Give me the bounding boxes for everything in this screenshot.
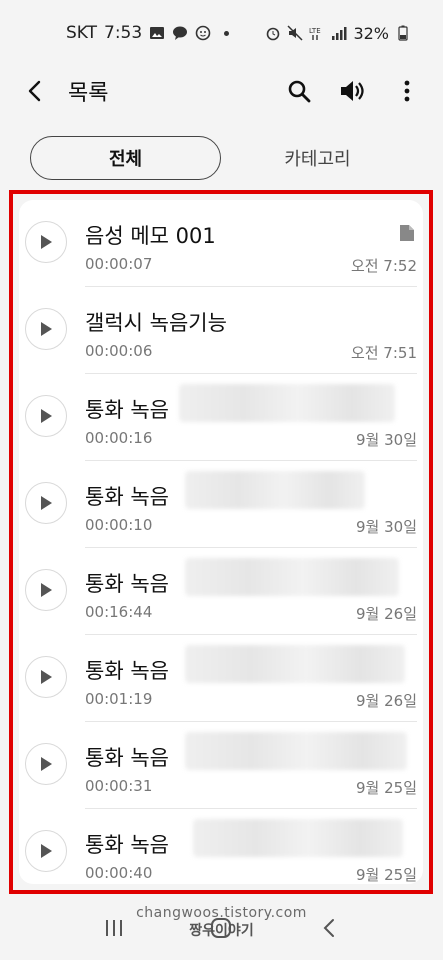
recording-item[interactable]: 음성 메모 001 00:00:07 오전 7:52 [19, 200, 423, 287]
mute-icon [287, 25, 303, 41]
recording-date: 오전 7:52 [350, 257, 417, 275]
more-icon[interactable] [393, 77, 421, 105]
highlight-frame: 음성 메모 001 00:00:07 오전 7:52 갤럭시 녹음기능 00:0… [9, 190, 433, 894]
search-icon[interactable] [285, 77, 313, 105]
file-icon [400, 225, 414, 241]
redacted-blur [193, 819, 403, 857]
back-icon[interactable] [22, 78, 48, 104]
status-time: 7:53 [104, 23, 143, 43]
recording-duration: 00:00:06 [85, 342, 153, 360]
recording-item[interactable]: 통화 녹음 00:16:44 9월 26일 [19, 548, 423, 635]
talk-icon [173, 26, 188, 40]
play-button[interactable] [25, 395, 67, 437]
recording-duration: 00:16:44 [85, 603, 153, 621]
recording-list: 음성 메모 001 00:00:07 오전 7:52 갤럭시 녹음기능 00:0… [19, 200, 423, 884]
tab-all[interactable]: 전체 [30, 136, 221, 180]
play-icon [41, 670, 52, 684]
recording-name: 통화 녹음 [85, 833, 169, 857]
tab-bar: 전체 카테고리 [30, 136, 414, 180]
recording-date: 9월 25일 [356, 866, 417, 884]
play-button[interactable] [25, 221, 67, 263]
recording-item[interactable]: 통화 녹음 00:00:10 9월 30일 [19, 461, 423, 548]
tab-category[interactable]: 카테고리 [221, 136, 414, 180]
recording-item[interactable]: 통화 녹음 00:00:31 9월 25일 [19, 722, 423, 809]
play-button[interactable] [25, 308, 67, 350]
redacted-blur [185, 645, 405, 683]
recording-date: 9월 26일 [356, 692, 417, 710]
battery-icon [398, 25, 408, 41]
status-bar: SKT 7:53 LTE 32% [0, 0, 443, 66]
watermark-name: 짱우이야기 [189, 923, 254, 939]
recording-name: 통화 녹음 [85, 659, 169, 683]
recording-date: 9월 30일 [356, 431, 417, 449]
lte-icon: LTE [309, 27, 321, 40]
redacted-blur [185, 558, 399, 596]
status-left: SKT 7:53 [66, 23, 230, 43]
redacted-blur [185, 471, 365, 509]
recording-name: 갤럭시 녹음기능 [85, 311, 227, 335]
recording-item[interactable]: 통화 녹음 00:00:16 9월 30일 [19, 374, 423, 461]
speaker-icon[interactable] [339, 77, 367, 105]
recording-date: 9월 25일 [356, 779, 417, 797]
play-icon [41, 322, 52, 336]
recording-duration: 00:00:10 [85, 516, 153, 534]
recording-name: 통화 녹음 [85, 572, 169, 596]
watermark-url: changwoos.tistory.com [136, 905, 307, 921]
play-button[interactable] [25, 830, 67, 872]
play-button[interactable] [25, 656, 67, 698]
recording-date: 9월 26일 [356, 605, 417, 623]
recording-item[interactable]: 통화 녹음 00:01:19 9월 26일 [19, 635, 423, 722]
redacted-blur [179, 384, 395, 422]
status-right: LTE 32% [265, 24, 411, 43]
carrier-label: SKT [66, 23, 98, 43]
recording-name: 통화 녹음 [85, 485, 169, 509]
play-button[interactable] [25, 569, 67, 611]
notification-dot-icon [224, 30, 230, 36]
app-actions [285, 77, 421, 105]
recording-item[interactable]: 통화 녹음 00:00:40 9월 25일 [19, 809, 423, 884]
gallery-icon [150, 27, 165, 39]
alarm-icon [267, 27, 280, 41]
recording-duration: 00:00:31 [85, 777, 153, 795]
recording-duration: 00:00:40 [85, 864, 153, 882]
play-icon [41, 409, 52, 423]
play-icon [41, 844, 52, 858]
app-bar: 목록 [0, 66, 443, 116]
play-button[interactable] [25, 743, 67, 785]
battery-percent: 32% [353, 23, 389, 43]
play-icon [41, 235, 52, 249]
play-icon [41, 757, 52, 771]
recording-duration: 00:00:16 [85, 429, 153, 447]
svg-text:LTE: LTE [309, 27, 321, 35]
recording-date: 9월 30일 [356, 518, 417, 536]
play-icon [41, 496, 52, 510]
recording-duration: 00:01:19 [85, 690, 153, 708]
location-face-icon [195, 25, 211, 41]
recording-item[interactable]: 갤럭시 녹음기능 00:00:06 오전 7:51 [19, 287, 423, 374]
redacted-blur [185, 732, 407, 770]
play-icon [41, 583, 52, 597]
recording-date: 오전 7:51 [350, 344, 417, 362]
recording-name: 음성 메모 001 [85, 224, 216, 248]
recording-name: 통화 녹음 [85, 746, 169, 770]
recording-name: 통화 녹음 [85, 398, 169, 422]
play-button[interactable] [25, 482, 67, 524]
page-title: 목록 [68, 81, 109, 106]
recording-duration: 00:00:07 [85, 255, 153, 273]
signal-icon [332, 27, 347, 40]
